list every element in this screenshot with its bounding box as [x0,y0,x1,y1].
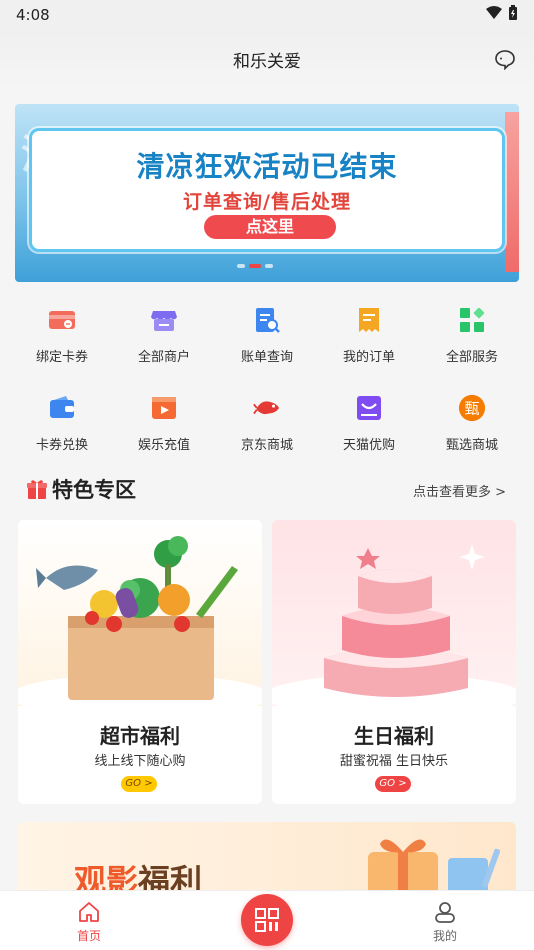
wifi-icon [486,6,502,24]
banner-indicator [265,264,273,268]
service-select-mall[interactable]: 甄 甄选商城 [424,378,520,458]
banner-indicator-active [249,264,261,268]
tmall-icon [355,394,383,422]
banner-title: 清凉狂欢活动已结束 [136,150,398,183]
service-tmall[interactable]: 天猫优购 [321,378,417,458]
gift-icon [26,478,48,500]
wallet-icon [48,394,76,422]
feature-card-supermarket[interactable]: 超市福利 线上线下随心购 GO > [18,520,262,804]
service-jd-mall[interactable]: 京东商城 [219,378,315,458]
go-button[interactable]: GO > [121,776,157,792]
go-button[interactable]: GO > [375,776,411,792]
promo-banner[interactable]: 清 清凉狂欢活动已结束 订单查询/售后处理 点这里 [15,104,519,282]
service-voucher-exchange[interactable]: 卡券兑换 [14,378,110,458]
qr-code-icon [254,907,280,933]
page-title: 和乐关爱 [233,51,301,72]
store-icon [150,306,178,334]
feature-card-birthday[interactable]: 生日福利 甜蜜祝福 生日快乐 GO > [272,520,516,804]
service-label: 娱乐充值 [137,438,190,453]
service-label: 天猫优购 [342,438,395,453]
card-bind-icon [48,306,76,334]
service-label: 我的订单 [342,350,395,365]
section-header: 特色专区 [26,474,136,504]
service-label: 卡券兑换 [35,438,88,453]
scan-pay-button[interactable] [241,894,293,946]
jd-icon [253,394,281,422]
service-all-stores[interactable]: 全部商户 [116,290,212,370]
feature-title: 生日福利 [354,724,434,748]
tab-label: 我的 [432,929,457,943]
tab-mine[interactable]: 我的 [415,901,475,944]
feature-title: 超市福利 [100,724,180,748]
service-label: 全部商户 [137,350,190,365]
tab-home[interactable]: 首页 [59,901,119,944]
service-label: 绑定卡券 [35,350,88,365]
all-services-icon [458,306,486,334]
service-bind-card[interactable]: 绑定卡券 [14,290,110,370]
service-all-services[interactable]: 全部服务 [424,290,520,370]
cake-illustration [272,520,516,718]
select-mall-icon: 甄 [458,394,486,422]
section-title: 特色专区 [52,478,136,502]
banner-subtitle: 订单查询/售后处理 [183,191,351,213]
see-more-link[interactable]: 点击查看更多 > [413,481,506,500]
service-label: 账单查询 [240,350,293,365]
order-icon [355,306,383,334]
home-icon [59,901,119,923]
message-icon[interactable] [494,48,516,75]
service-label: 京东商城 [240,438,293,453]
status-bar: 4:08 [0,0,534,30]
banner-indicator [237,264,245,268]
battery-icon [508,5,518,25]
tab-label: 首页 [76,929,101,943]
user-icon [415,901,475,923]
svg-text:甄: 甄 [465,400,480,418]
service-label: 全部服务 [445,350,498,365]
grocery-illustration [18,520,262,718]
feature-subtitle: 线上线下随心购 [94,754,186,769]
service-my-orders[interactable]: 我的订单 [321,290,417,370]
bill-search-icon [253,306,281,334]
app-header: 和乐关爱 [0,30,534,88]
feature-subtitle: 甜蜜祝福 生日快乐 [339,754,449,769]
banner-button[interactable]: 点这里 [204,215,336,239]
status-time: 4:08 [16,6,50,24]
banner-card: 清凉狂欢活动已结束 订单查询/售后处理 点这里 [29,128,505,252]
service-label: 甄选商城 [445,438,498,453]
video-icon [150,394,178,422]
service-bill-query[interactable]: 账单查询 [219,290,315,370]
service-entertainment-topup[interactable]: 娱乐充值 [116,378,212,458]
